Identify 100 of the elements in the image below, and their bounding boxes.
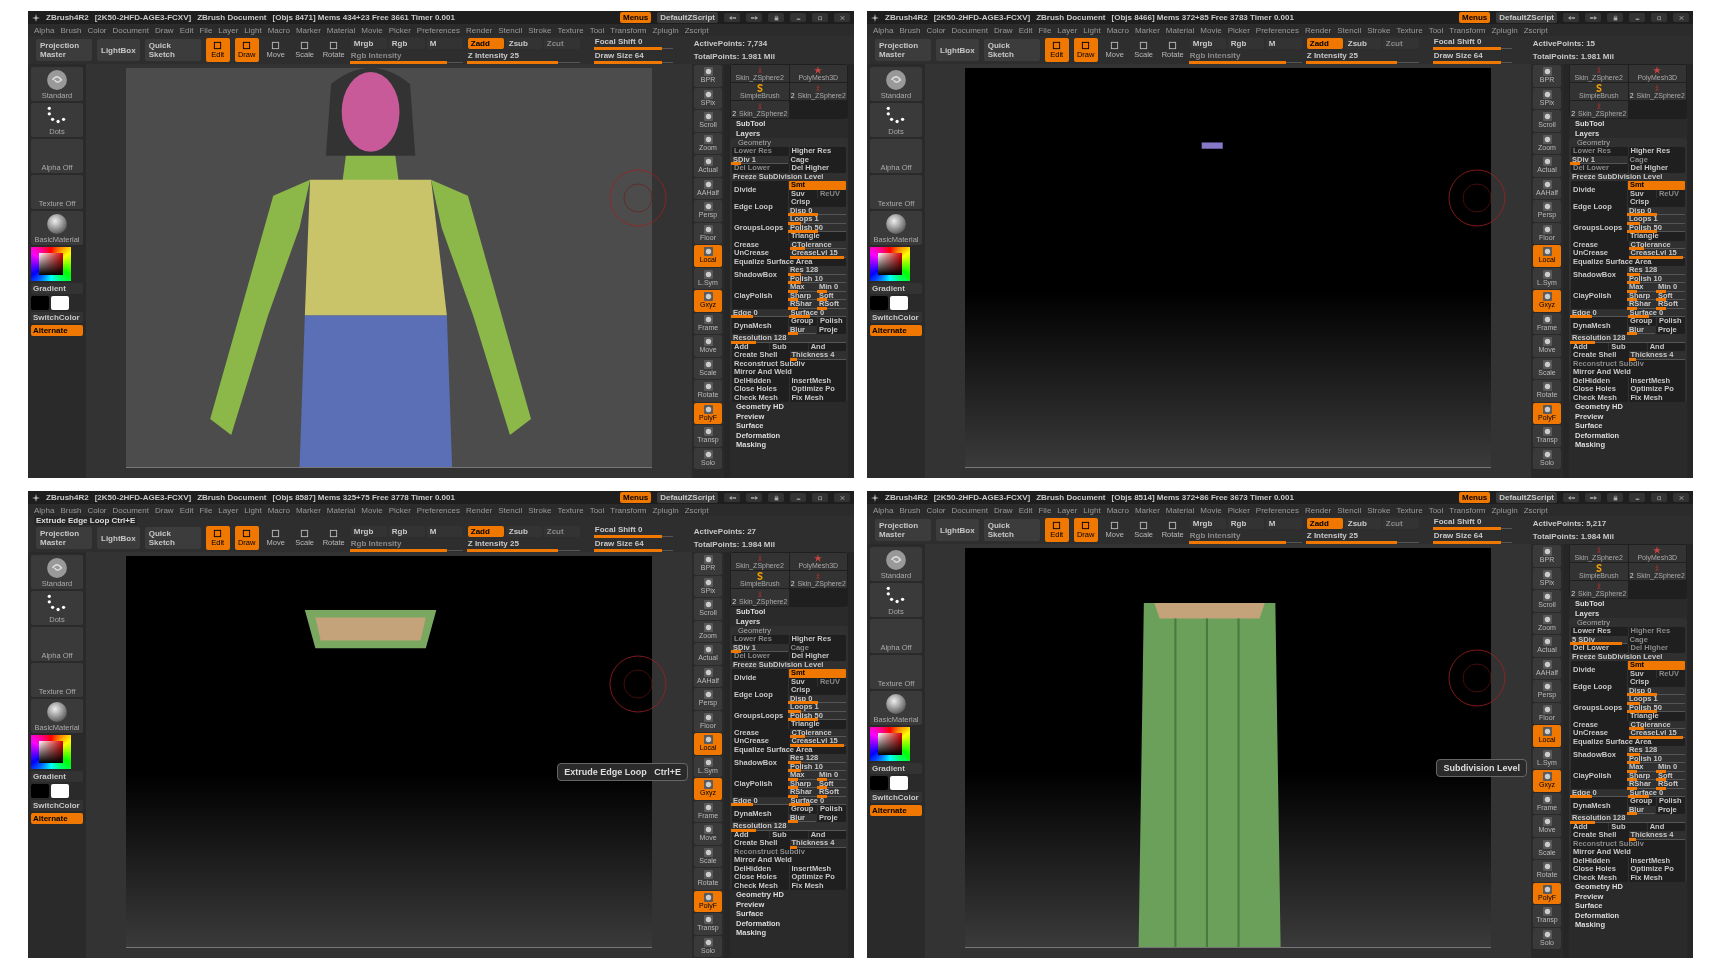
toolbar-button[interactable]: LightBox (936, 519, 979, 541)
menu-button[interactable]: DefaultZScript (657, 12, 718, 23)
menu-item[interactable]: Stroke (1367, 25, 1391, 35)
menu-item[interactable]: Render (466, 25, 493, 35)
toolbar-button[interactable]: Projection Master (36, 39, 92, 61)
color-swatch[interactable] (890, 776, 908, 790)
menu-item[interactable]: Zscript (1523, 505, 1548, 515)
menu-item[interactable]: Movie (361, 25, 383, 35)
menu-item[interactable]: Movie (1200, 25, 1222, 35)
slider[interactable]: Focal Shift 0 (594, 525, 673, 537)
minimize-button[interactable] (1629, 493, 1645, 502)
close-button[interactable] (834, 13, 850, 22)
menu-item[interactable]: Preferences (416, 25, 460, 35)
menu-item[interactable]: Tool (1428, 25, 1444, 35)
color-swatch[interactable] (51, 784, 69, 798)
gradient-button[interactable]: Gradient (31, 283, 83, 294)
gradient-button[interactable]: Gradient (31, 771, 83, 782)
toggle-button[interactable]: Zsub (505, 525, 542, 537)
toggle-button[interactable]: Zadd (467, 37, 504, 49)
menu-item[interactable]: Marker (1134, 25, 1160, 35)
menu-item[interactable]: Zplugin (652, 25, 679, 35)
menu-item[interactable]: Light (244, 505, 262, 515)
menu-item[interactable]: Material (326, 505, 356, 515)
toggle-button[interactable]: Mrgb (1189, 517, 1226, 529)
restore-button[interactable] (812, 13, 828, 22)
color-picker[interactable] (870, 247, 910, 281)
menu-item[interactable]: Stencil (498, 25, 523, 35)
menu-item[interactable]: Movie (1200, 505, 1222, 515)
slider[interactable]: Draw Size 64 (594, 539, 673, 551)
menu-item[interactable]: Texture (557, 25, 584, 35)
menu-item[interactable]: Document (112, 505, 149, 515)
minimize-button[interactable] (790, 13, 806, 22)
slider[interactable]: Z Intensity 25 (467, 50, 580, 63)
lock-button[interactable] (768, 13, 784, 22)
menu-item[interactable]: Zplugin (1491, 25, 1518, 35)
menu-item[interactable]: Zplugin (1491, 505, 1518, 515)
toggle-button[interactable]: Rgb (388, 525, 425, 537)
toggle-button[interactable]: Zsub (1344, 37, 1381, 49)
toggle-button[interactable]: Zadd (1306, 37, 1343, 49)
close-button[interactable] (1673, 13, 1689, 22)
toggle-button[interactable]: Mrgb (1189, 37, 1226, 49)
menu-item[interactable]: Marker (1134, 505, 1160, 515)
menu-item[interactable]: Transform (1449, 25, 1486, 35)
slider[interactable]: Z Intensity 25 (1306, 50, 1419, 63)
toggle-button[interactable]: Zadd (1306, 517, 1343, 529)
arrow-button[interactable] (1585, 13, 1601, 22)
minimize-button[interactable] (1629, 13, 1645, 22)
toolbar-button[interactable]: LightBox (97, 527, 140, 549)
menu-item[interactable]: Macro (267, 505, 290, 515)
toolbar-button[interactable]: Quick Sketch (983, 519, 1040, 541)
menu-item[interactable]: Edit (179, 505, 194, 515)
menu-item[interactable]: Alpha (873, 25, 894, 35)
toggle-button[interactable]: M (426, 37, 463, 49)
toolbar-button[interactable]: Quick Sketch (144, 527, 201, 549)
menu-item[interactable]: Preferences (1255, 25, 1299, 35)
menu-item[interactable]: Macro (1106, 25, 1129, 35)
menu-item[interactable]: Layer (218, 505, 239, 515)
toolbar-button[interactable]: Projection Master (875, 39, 931, 61)
toggle-button[interactable]: Alternate (870, 325, 922, 336)
menu-item[interactable]: Brush (899, 25, 921, 35)
menu-item[interactable]: Zplugin (652, 505, 679, 515)
slider[interactable]: Focal Shift 0 (1433, 37, 1512, 49)
menu-item[interactable]: Draw (154, 25, 174, 35)
menu-item[interactable]: Preferences (416, 505, 460, 515)
menu-item[interactable]: Zscript (684, 25, 709, 35)
arrow-button[interactable] (724, 13, 740, 22)
slider[interactable]: Z Intensity 25 (467, 538, 580, 551)
menu-item[interactable]: Brush (60, 25, 82, 35)
arrow-button[interactable] (746, 493, 762, 502)
menu-item[interactable]: Macro (1106, 505, 1129, 515)
menu-item[interactable]: Tool (589, 25, 605, 35)
color-picker[interactable] (31, 735, 71, 769)
toggle-button[interactable]: Rgb (1227, 517, 1264, 529)
menu-item[interactable]: Layer (218, 25, 239, 35)
toggle-button[interactable]: Mrgb (350, 37, 387, 49)
slider[interactable]: Focal Shift 0 (1433, 517, 1512, 529)
viewport-canvas[interactable] (126, 556, 652, 948)
switch-color-button[interactable]: SwitchColor (870, 312, 922, 323)
menu-item[interactable]: Stencil (1337, 505, 1362, 515)
menu-item[interactable]: Stencil (498, 505, 523, 515)
menu-item[interactable]: Zscript (684, 505, 709, 515)
arrow-button[interactable] (1563, 493, 1579, 502)
close-button[interactable] (834, 493, 850, 502)
menu-item[interactable]: Draw (993, 25, 1013, 35)
menu-button[interactable]: Menus (620, 12, 652, 23)
color-swatch[interactable] (870, 776, 888, 790)
color-swatch[interactable] (31, 296, 49, 310)
restore-button[interactable] (812, 493, 828, 502)
toggle-button[interactable]: Zsub (1344, 517, 1381, 529)
menu-item[interactable]: Color (87, 505, 107, 515)
menu-item[interactable]: Preferences (1255, 505, 1299, 515)
menu-item[interactable]: Layer (1057, 505, 1078, 515)
arrow-button[interactable] (1563, 13, 1579, 22)
lock-button[interactable] (768, 493, 784, 502)
toggle-button[interactable]: Mrgb (350, 525, 387, 537)
menu-item[interactable]: Render (466, 505, 493, 515)
toggle-button[interactable]: Alternate (870, 805, 922, 816)
color-picker[interactable] (31, 247, 71, 281)
toggle-button[interactable]: Zadd (467, 525, 504, 537)
menu-item[interactable]: Material (1165, 505, 1195, 515)
